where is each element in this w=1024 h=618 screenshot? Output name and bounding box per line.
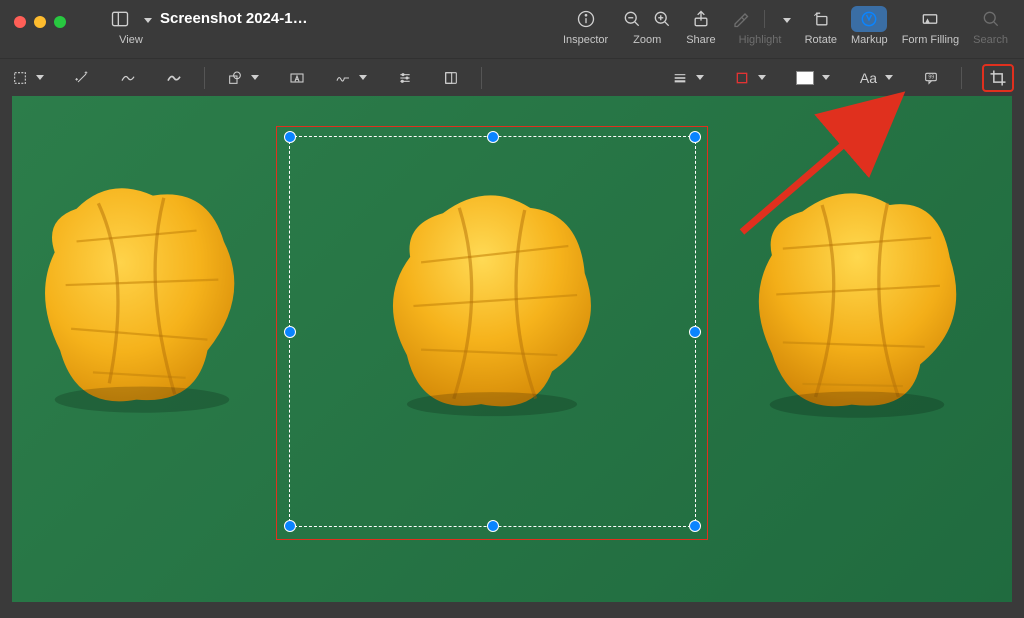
- highlight-icon: [730, 9, 750, 29]
- highlight-label: Highlight: [739, 34, 782, 46]
- handle-tc[interactable]: [487, 131, 499, 143]
- text-style-dropdown[interactable]: Aa: [858, 64, 895, 92]
- highlight-button[interactable]: Highlight: [724, 6, 797, 54]
- loupe-icon: [443, 70, 459, 86]
- speech-bubble-icon: 99: [923, 70, 939, 86]
- view-label: View: [119, 34, 143, 46]
- annotate-button[interactable]: 99: [921, 64, 941, 92]
- text-style-label: Aa: [860, 70, 877, 86]
- text-button[interactable]: [287, 64, 307, 92]
- paper-ball-2: [382, 186, 602, 426]
- form-icon: [920, 9, 940, 29]
- close-window-button[interactable]: [14, 16, 26, 28]
- svg-text:99: 99: [928, 74, 934, 80]
- rotate-label: Rotate: [805, 34, 837, 46]
- scribble-thick-icon: [166, 70, 182, 86]
- search-label: Search: [973, 34, 1008, 46]
- fill-color-dropdown[interactable]: [794, 64, 832, 92]
- text-box-icon: [289, 70, 305, 86]
- markup-icon: [859, 9, 879, 29]
- window-title: Screenshot 2024-1…: [160, 10, 308, 27]
- markup-toolbar: Aa 99: [0, 58, 1024, 96]
- sidebar-icon: [110, 9, 130, 29]
- minimize-window-button[interactable]: [34, 16, 46, 28]
- paper-ball-3: [747, 181, 967, 421]
- rotate-icon: [811, 9, 831, 29]
- fullscreen-window-button[interactable]: [54, 16, 66, 28]
- handle-mr[interactable]: [689, 326, 701, 338]
- handle-tr[interactable]: [689, 131, 701, 143]
- crop-icon: [988, 68, 1008, 88]
- search-button[interactable]: Search: [967, 6, 1014, 54]
- paper-ball-1: [32, 176, 252, 416]
- border-color-dropdown[interactable]: [732, 64, 768, 92]
- inspector-label: Inspector: [563, 34, 608, 46]
- search-icon: [981, 9, 1001, 29]
- window-controls: [14, 16, 66, 28]
- sliders-icon: [397, 70, 413, 86]
- fill-color-swatch: [796, 71, 814, 85]
- share-icon: [691, 9, 711, 29]
- handle-tl[interactable]: [284, 131, 296, 143]
- lines-icon: [672, 70, 688, 86]
- selection-tool-dropdown[interactable]: [10, 64, 46, 92]
- crop-button[interactable]: [982, 64, 1014, 92]
- signature-icon: [335, 70, 351, 86]
- zoom-in-icon[interactable]: [652, 9, 672, 29]
- shapes-dropdown[interactable]: [225, 64, 261, 92]
- main-toolbar: View Screenshot 2024-1… Inspector Zoom S…: [0, 0, 1024, 58]
- form-filling-button[interactable]: Form Filling: [896, 6, 965, 54]
- handle-bl[interactable]: [284, 520, 296, 532]
- form-filling-label: Form Filling: [902, 34, 959, 46]
- shapes-icon: [227, 70, 243, 86]
- rotate-button[interactable]: Rotate: [799, 6, 843, 54]
- info-icon: [576, 9, 596, 29]
- sketch-button[interactable]: [164, 64, 184, 92]
- inspector-button[interactable]: Inspector: [557, 6, 614, 54]
- zoom-out-icon[interactable]: [622, 9, 642, 29]
- zoom-label: Zoom: [633, 34, 661, 46]
- handle-bc[interactable]: [487, 520, 499, 532]
- selection-icon: [12, 70, 28, 86]
- loupe-button[interactable]: [441, 64, 461, 92]
- view-dropdown[interactable]: View: [104, 6, 158, 54]
- draw-button[interactable]: [118, 64, 138, 92]
- adjust-color-button[interactable]: [395, 64, 415, 92]
- border-style-dropdown[interactable]: [670, 64, 706, 92]
- zoom-buttons[interactable]: Zoom: [616, 6, 678, 54]
- scribble-icon: [120, 70, 136, 86]
- border-color-icon: [734, 70, 750, 86]
- wand-icon: [74, 70, 90, 86]
- share-button[interactable]: Share: [680, 6, 721, 54]
- share-label: Share: [686, 34, 715, 46]
- instant-alpha-button[interactable]: [72, 64, 92, 92]
- image-canvas[interactable]: [12, 96, 1012, 602]
- handle-br[interactable]: [689, 520, 701, 532]
- handle-ml[interactable]: [284, 326, 296, 338]
- sign-dropdown[interactable]: [333, 64, 369, 92]
- markup-label: Markup: [851, 34, 888, 46]
- markup-button[interactable]: Markup: [845, 6, 894, 54]
